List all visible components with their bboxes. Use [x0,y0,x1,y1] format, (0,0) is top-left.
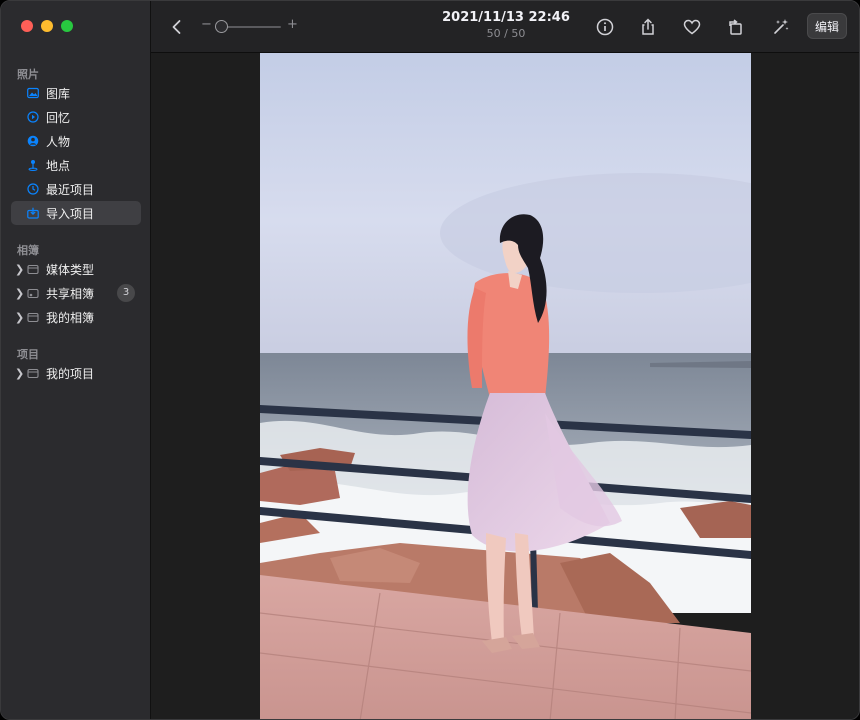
sidebar-item-shared-albums[interactable]: ❯ 共享相簿 3 [11,281,141,305]
photo-position: 50 / 50 [486,27,526,40]
folder-icon [27,264,39,275]
toolbar: − + 2021/11/13 22:46 50 / 50 编辑 [151,1,859,53]
zoom-out-label: − [201,17,212,32]
photo-image[interactable] [260,53,751,719]
share-icon [642,18,654,35]
sidebar-item-my-projects[interactable]: ❯ 我的项目 [11,361,141,385]
disclosure-chevron-icon[interactable]: ❯ [15,311,24,324]
minimize-window-button[interactable] [41,20,53,32]
sidebar-item-label: 导入项目 [46,206,95,221]
zoom-window-button[interactable] [61,20,73,32]
folder-icon [27,312,39,323]
photo-viewer [151,53,859,719]
folder-icon [27,368,39,379]
shared-album-icon [27,288,39,299]
zoom-in-label: + [287,17,298,32]
sidebar-item-label: 我的相簿 [46,310,95,325]
sidebar-item-label: 地点 [46,158,71,173]
zoom-slider-thumb[interactable] [215,20,228,33]
info-icon [596,18,614,36]
sidebar-item-places[interactable]: 地点 [11,153,141,177]
section-title-photos: 照片 [17,68,39,81]
sidebar: 照片 图库 回忆 人物 地点 最近项目 导入项目 相簿 ❯ 媒体类型 ❯ 共享相… [1,1,151,719]
sidebar-item-people[interactable]: 人物 [11,129,141,153]
shared-albums-count-badge: 3 [117,284,135,302]
people-icon [27,135,39,147]
rotate-button[interactable] [724,15,748,39]
photo-title: 2021/11/13 22:46 50 / 50 [421,10,591,40]
section-title-projects: 项目 [17,348,39,361]
close-window-button[interactable] [21,20,33,32]
sidebar-item-label: 媒体类型 [46,262,95,277]
auto-enhance-icon [774,19,789,34]
photo-date: 2021/11/13 22:46 [442,10,570,25]
sidebar-item-library[interactable]: 图库 [11,81,141,105]
back-icon [172,20,181,34]
back-button[interactable] [165,15,189,39]
photo-woman-seaside [260,53,751,719]
window-controls [21,20,73,32]
photos-window: 照片 图库 回忆 人物 地点 最近项目 导入项目 相簿 ❯ 媒体类型 ❯ 共享相… [0,0,860,720]
share-button[interactable] [636,15,660,39]
sidebar-item-label: 共享相簿 [46,286,95,301]
sidebar-item-label: 回忆 [46,110,71,125]
favorite-icon [683,19,701,35]
info-button[interactable] [593,15,617,39]
auto-enhance-button[interactable] [769,15,793,39]
photo-library-icon [27,87,39,99]
sidebar-item-label: 图库 [46,86,71,101]
sidebar-item-label: 最近项目 [46,182,95,197]
sidebar-item-recents[interactable]: 最近项目 [11,177,141,201]
sidebar-item-media-types[interactable]: ❯ 媒体类型 [11,257,141,281]
sidebar-item-label: 人物 [46,134,71,149]
disclosure-chevron-icon[interactable]: ❯ [15,287,24,300]
disclosure-chevron-icon[interactable]: ❯ [15,263,24,276]
sidebar-item-memories[interactable]: 回忆 [11,105,141,129]
rotate-icon [729,19,742,35]
edit-button[interactable]: 编辑 [807,13,847,39]
disclosure-chevron-icon[interactable]: ❯ [15,367,24,380]
sidebar-item-imports[interactable]: 导入项目 [11,201,141,225]
recents-icon [27,183,39,195]
favorite-button[interactable] [680,15,704,39]
places-icon [27,159,39,171]
sidebar-item-label: 我的项目 [46,366,95,381]
sidebar-item-my-albums[interactable]: ❯ 我的相簿 [11,305,141,329]
section-title-albums: 相簿 [17,244,39,257]
memories-icon [27,111,39,123]
imports-icon [27,207,39,219]
